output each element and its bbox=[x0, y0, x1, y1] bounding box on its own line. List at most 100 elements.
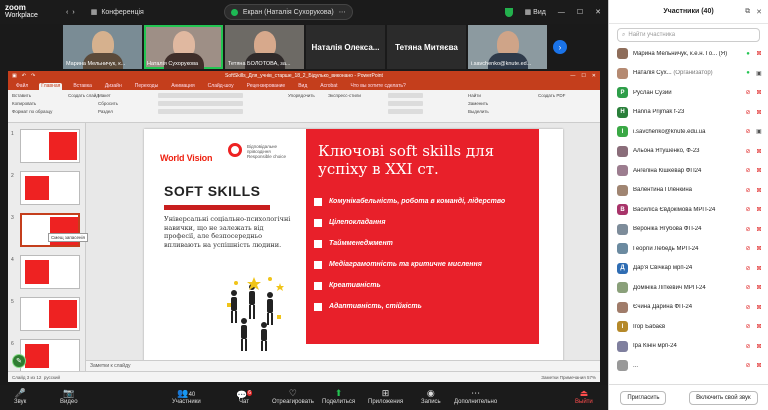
slide-thumbnail[interactable] bbox=[20, 129, 80, 163]
ppt-tab[interactable]: Дизайн bbox=[103, 83, 124, 90]
camera-off-icon[interactable]: ⊠ bbox=[755, 206, 763, 213]
participant-row[interactable]: Наталія Сух... (Организатор) ● ▣ bbox=[609, 64, 768, 84]
view-button[interactable]: ▦ Вид bbox=[525, 8, 546, 16]
slide-thumbnail[interactable] bbox=[20, 171, 80, 205]
ppt-tab[interactable]: Переходы bbox=[133, 83, 160, 90]
unmute-self-button[interactable]: Включить свой звук bbox=[689, 390, 758, 405]
close-icon[interactable]: ✕ bbox=[592, 73, 596, 79]
participant-video[interactable]: Наталія Сухорукова bbox=[144, 25, 223, 69]
slide-thumbnails-panel[interactable]: 1 2 3 4 5 6 bbox=[8, 123, 86, 373]
camera-off-icon[interactable]: ⊠ bbox=[755, 167, 763, 174]
chevron-right-icon[interactable]: › bbox=[72, 9, 74, 16]
ppt-tab[interactable]: Слайд-шоу bbox=[206, 83, 236, 90]
close-icon[interactable]: ✕ bbox=[595, 8, 601, 16]
mic-muted-icon[interactable]: ⊘ bbox=[744, 245, 752, 252]
ribbon-command[interactable]: Экспресс-стили bbox=[328, 93, 361, 98]
save-icon[interactable]: ▣ bbox=[12, 73, 17, 79]
participant-row[interactable]: Марина Мельничук, к.е.н. Го... (Я) ● ⊠ bbox=[609, 44, 768, 64]
mic-muted-icon[interactable]: ⊘ bbox=[744, 128, 752, 135]
participant-row[interactable]: Валентина Плёнкина ⊘ ⊠ bbox=[609, 181, 768, 201]
ppt-tab[interactable]: Рецензирование bbox=[245, 83, 288, 90]
mic-muted-icon[interactable]: ⊘ bbox=[744, 89, 752, 96]
ribbon-command[interactable]: Создать слайд bbox=[68, 93, 99, 98]
shared-screen-powerpoint[interactable]: ▣ ↶ ↷ SoftSkills_Для_учнів_старше_18_2_Бід… bbox=[8, 71, 600, 382]
minimize-icon[interactable]: — bbox=[570, 73, 575, 79]
apps-button[interactable]: ⊞ Приложения bbox=[368, 387, 403, 405]
audio-button[interactable]: 🎤 Звук bbox=[14, 387, 26, 405]
camera-off-icon[interactable]: ⊠ bbox=[755, 343, 763, 350]
participant-row[interactable]: Єчина Дарина ФП-24 ⊘ ⊠ bbox=[609, 298, 768, 318]
react-button[interactable]: ♡ Отреагировать bbox=[272, 387, 314, 405]
participant-row[interactable]: Ангеліна Кішкевар ФП24 ⊘ ⊠ bbox=[609, 161, 768, 181]
ribbon-command[interactable]: Найти bbox=[468, 93, 489, 98]
camera-off-icon[interactable]: ⊠ bbox=[755, 148, 763, 155]
participant-video[interactable]: Тетяна БОЛОТОВА, за... bbox=[225, 25, 304, 69]
ribbon-command[interactable]: Упорядочить bbox=[288, 93, 315, 98]
mic-muted-icon[interactable]: ⊘ bbox=[744, 265, 752, 272]
maximize-icon[interactable]: ☐ bbox=[581, 73, 585, 79]
minimize-icon[interactable]: — bbox=[558, 9, 565, 16]
ribbon-command[interactable]: Заменить bbox=[468, 101, 489, 106]
ppt-tab[interactable]: Что вы хотите сделать? bbox=[348, 83, 407, 90]
mic-icon[interactable]: ● bbox=[744, 51, 752, 57]
camera-icon[interactable]: ▣ bbox=[755, 128, 763, 135]
mic-muted-icon[interactable]: ⊘ bbox=[744, 187, 752, 194]
chevron-left-icon[interactable]: ‹ bbox=[66, 9, 68, 16]
ppt-tab[interactable]: Анимация bbox=[169, 83, 196, 90]
participant-row[interactable]: Вероніка Ягубова ФП-24 ⊘ ⊠ bbox=[609, 220, 768, 240]
ribbon-command[interactable]: Создать PDF bbox=[538, 93, 565, 98]
ribbon-command[interactable]: Раздел bbox=[98, 109, 118, 114]
participant-name-tile[interactable]: Наталія Олекса... bbox=[306, 25, 385, 69]
record-button[interactable]: ◉ Запись bbox=[421, 387, 441, 405]
camera-off-icon[interactable]: ⊠ bbox=[755, 226, 763, 233]
ribbon-control[interactable] bbox=[208, 109, 243, 114]
ribbon-command[interactable]: Выделить bbox=[468, 109, 489, 114]
ribbon-control[interactable] bbox=[208, 93, 243, 98]
mic-muted-icon[interactable]: ⊘ bbox=[744, 323, 752, 330]
participant-row[interactable]: Георгій Лебедь МРП-24 ⊘ ⊠ bbox=[609, 239, 768, 259]
undo-icon[interactable]: ↶ bbox=[22, 73, 26, 79]
ribbon-command[interactable]: Макет bbox=[98, 93, 118, 98]
ribbon-control[interactable] bbox=[388, 93, 423, 98]
slide-thumbnail[interactable] bbox=[20, 255, 80, 289]
camera-off-icon[interactable]: ⊠ bbox=[755, 50, 763, 57]
participant-video[interactable]: Марина Мельничук, к... bbox=[63, 25, 142, 69]
participant-row[interactable]: Д Дар'я Свічкар мрп-24 ⊘ ⊠ bbox=[609, 259, 768, 279]
participant-search[interactable]: ⌕ Найти участника bbox=[617, 28, 760, 42]
camera-off-icon[interactable]: ⊠ bbox=[755, 187, 763, 194]
camera-off-icon[interactable]: ⊠ bbox=[755, 109, 763, 116]
leave-button[interactable]: ⏏ Выйти bbox=[575, 387, 593, 405]
participant-row[interactable]: Іра Кінін мрп-24 ⊘ ⊠ bbox=[609, 337, 768, 357]
participant-row[interactable]: Домініка Літкевич МРП-24 ⊘ ⊠ bbox=[609, 278, 768, 298]
shield-icon[interactable] bbox=[504, 7, 513, 17]
share-screen-button[interactable]: ⬆ Поделиться bbox=[322, 387, 355, 405]
mic-muted-icon[interactable]: ⊘ bbox=[744, 226, 752, 233]
ribbon-control[interactable] bbox=[208, 101, 243, 106]
participants-button[interactable]: 👥40 Участники bbox=[172, 387, 201, 405]
participant-row[interactable]: Альона Ятушенко, Ф-23 ⊘ ⊠ bbox=[609, 142, 768, 162]
participant-row[interactable]: І Ігор Бабаєв ⊘ ⊠ bbox=[609, 317, 768, 337]
search-input[interactable]: Найти участника bbox=[628, 32, 675, 38]
maximize-icon[interactable]: ☐ bbox=[577, 8, 583, 16]
more-icon[interactable]: ⋯ bbox=[339, 8, 346, 16]
next-page-button[interactable]: › bbox=[553, 40, 567, 54]
video-button[interactable]: 📷 Видео bbox=[60, 387, 78, 405]
camera-off-icon[interactable]: ⊠ bbox=[755, 284, 763, 291]
mic-muted-icon[interactable]: ⊘ bbox=[744, 109, 752, 116]
ppt-tab[interactable]: Acrobat bbox=[318, 83, 339, 90]
camera-off-icon[interactable]: ⊠ bbox=[755, 265, 763, 272]
ppt-tab[interactable]: Главная bbox=[39, 83, 63, 90]
mic-muted-icon[interactable]: ⊘ bbox=[744, 206, 752, 213]
ribbon-command[interactable]: Копировать bbox=[12, 101, 52, 106]
mic-muted-icon[interactable]: ⊘ bbox=[744, 343, 752, 350]
participant-row[interactable]: Ii.savchenko@knute.edu.ua ⊘ ▣ bbox=[609, 122, 768, 142]
mic-icon[interactable]: ● bbox=[744, 70, 752, 76]
participant-video[interactable]: i.savchenko@knute.ed... bbox=[468, 25, 547, 69]
ribbon-command[interactable]: Вставить bbox=[12, 93, 52, 98]
mic-muted-icon[interactable]: ⊘ bbox=[744, 284, 752, 291]
participant-row[interactable]: Р Руслан Сузий ⊘ ⊠ bbox=[609, 83, 768, 103]
camera-off-icon[interactable]: ⊠ bbox=[755, 362, 763, 369]
current-slide[interactable]: World Vision Відповідальне прiвоздiння R… bbox=[144, 129, 563, 362]
camera-icon[interactable]: ▣ bbox=[755, 70, 763, 77]
more-button[interactable]: ⋯ Дополнительно bbox=[454, 387, 497, 405]
